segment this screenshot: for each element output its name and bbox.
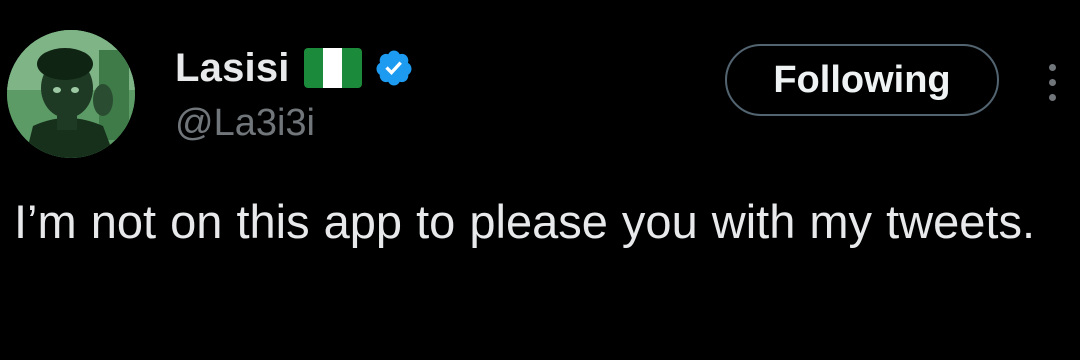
tweet-card: Lasisi @La3i3i Following I’m not on this… [0, 0, 1080, 360]
more-dot [1048, 93, 1056, 101]
tweet-text: I’m not on this app to please you with m… [14, 195, 1036, 248]
avatar[interactable] [7, 30, 135, 158]
author-handle[interactable]: @La3i3i [175, 100, 315, 146]
more-dot [1048, 78, 1056, 86]
following-button[interactable]: Following [725, 44, 999, 116]
more-dot [1048, 63, 1056, 71]
more-vertical-icon[interactable] [1034, 58, 1070, 106]
nigeria-flag-icon [303, 48, 362, 88]
verified-badge-icon[interactable] [374, 48, 414, 88]
avatar-photo [7, 30, 135, 158]
author-display-name[interactable]: Lasisi [175, 42, 290, 94]
author-name-row: Lasisi [175, 42, 414, 94]
